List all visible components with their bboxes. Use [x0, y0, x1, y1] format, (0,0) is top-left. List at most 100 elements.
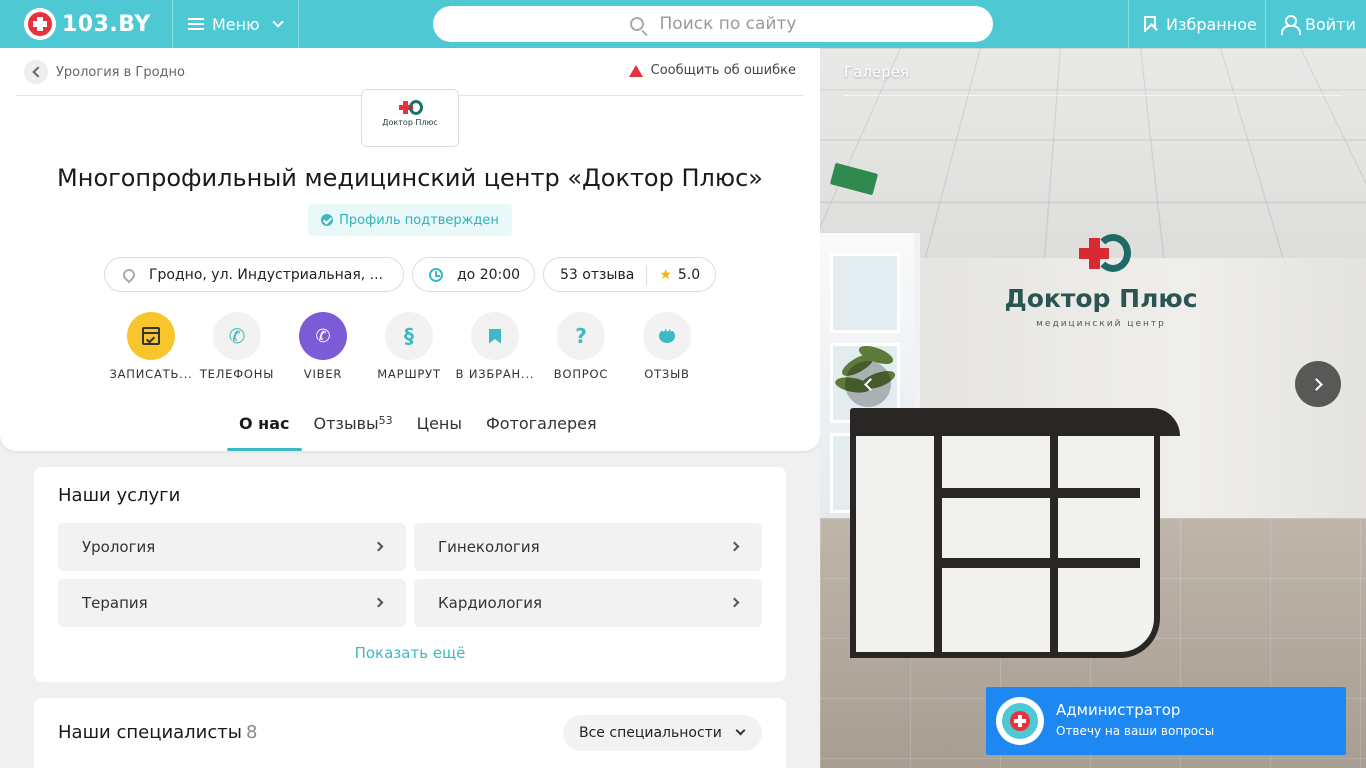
rating-value: 5.0	[677, 266, 701, 283]
address-text: Гродно, ул. Индустриальная, ...	[149, 266, 384, 283]
reception-desk	[850, 408, 1180, 658]
service-item[interactable]: Терапия	[58, 579, 406, 627]
action-label: VIBER	[303, 367, 343, 381]
add-to-favorites-button[interactable]: В ИЗБРАН...	[452, 312, 538, 381]
write-review-button[interactable]: ОТЗЫВ	[624, 312, 710, 381]
back-arrow-icon[interactable]	[24, 60, 48, 84]
admin-avatar	[996, 697, 1044, 745]
tab-reviews[interactable]: Отзывы 53	[302, 404, 405, 451]
action-buttons: ЗАПИСАТЬ... ✆ ТЕЛЕФОНЫ ✆ VIBER § МАРШРУТ…	[108, 312, 712, 382]
reviews-pill[interactable]: 53 отзыва ★ 5.0	[543, 257, 716, 292]
specialists-count: 8	[245, 722, 258, 743]
reviews-badge: 53	[378, 414, 393, 427]
action-label: ТЕЛЕФОНЫ	[199, 367, 275, 381]
header-divider	[298, 0, 299, 48]
chevron-right-icon	[373, 597, 384, 608]
chevron-right-icon	[729, 541, 740, 552]
service-item[interactable]: Урология	[58, 523, 406, 571]
wall-logo-subtitle: медицинский центр	[1036, 319, 1166, 329]
org-header-card: Урология в Гродно Сообщить об ошибке Док…	[0, 48, 820, 451]
photo-gallery[interactable]: Доктор Плюс медицинский центр Галерея	[820, 48, 1366, 768]
search-input[interactable]: Поиск по сайту	[433, 6, 993, 42]
chat-subtitle: Отвечу на ваши вопросы	[1056, 724, 1215, 738]
location-pin-icon	[120, 266, 138, 283]
verified-label: Профиль подтвержден	[339, 212, 499, 228]
service-item[interactable]: Гинекология	[414, 523, 762, 571]
action-label: ОТЗЫВ	[644, 367, 690, 381]
calendar-icon	[127, 312, 175, 360]
top-bar: 103.BY Меню Поиск по сайту Избранное Вой…	[0, 0, 1366, 48]
menu-label: Меню	[212, 14, 260, 34]
specialists-card: Наши специалисты 8 Все специальности	[34, 698, 786, 768]
chevron-down-icon	[271, 16, 284, 28]
header-divider	[1128, 0, 1129, 48]
service-item[interactable]: Кардиология	[414, 579, 762, 627]
hamburger-icon	[188, 18, 204, 30]
bookmark-icon	[471, 312, 519, 360]
phones-button[interactable]: ✆ ТЕЛЕФОНЫ	[194, 312, 280, 381]
action-label: МАРШРУТ	[377, 367, 441, 381]
login-button[interactable]: Войти	[1281, 0, 1356, 48]
ask-question-button[interactable]: ? ВОПРОС	[538, 312, 624, 381]
chevron-right-icon	[373, 541, 384, 552]
viber-icon: ✆	[299, 312, 347, 360]
route-icon: §	[385, 312, 433, 360]
breadcrumb-label[interactable]: Урология в Гродно	[56, 65, 185, 80]
specialty-filter-select[interactable]: Все специальности	[563, 715, 762, 751]
phone-icon: ✆	[213, 312, 261, 360]
specialists-title: Наши специалисты 8	[58, 722, 258, 743]
hours-text: до 20:00	[457, 266, 521, 283]
bookmark-icon	[1144, 16, 1156, 32]
page-title: Многопрофильный медицинский центр «Докто…	[57, 164, 763, 192]
login-label: Войти	[1305, 14, 1356, 34]
chat-agent-name: Администратор	[1056, 701, 1181, 719]
pill-separator	[646, 264, 648, 285]
address-pill[interactable]: Гродно, ул. Индустриальная, ...	[104, 257, 404, 292]
clinic-logo-icon	[1071, 234, 1131, 280]
hours-pill[interactable]: до 20:00	[412, 257, 535, 292]
services-title: Наши услуги	[58, 485, 181, 506]
search-placeholder: Поиск по сайту	[659, 14, 797, 34]
brand-name: 103.BY	[62, 11, 151, 37]
org-logo-text: Доктор Плюс	[382, 118, 438, 127]
gallery-next-button[interactable]	[1295, 361, 1341, 407]
gallery-divider	[844, 95, 1342, 96]
menu-button[interactable]: Меню	[188, 0, 284, 48]
tab-prices[interactable]: Цены	[405, 404, 474, 451]
wall-logo: Доктор Плюс медицинский центр	[996, 234, 1206, 329]
org-logo: Доктор Плюс	[361, 89, 459, 147]
org-logo-mark-icon	[399, 100, 423, 116]
favorites-link[interactable]: Избранное	[1144, 0, 1257, 48]
warning-icon	[628, 64, 643, 77]
chevron-right-icon	[729, 597, 740, 608]
star-icon: ★	[659, 266, 672, 283]
show-more-link[interactable]: Показать ещё	[34, 644, 786, 662]
check-badge-icon	[321, 214, 334, 226]
chat-widget[interactable]: Администратор Отвечу на ваши вопросы	[986, 687, 1346, 755]
action-label: ВОПРОС	[553, 367, 609, 381]
chat-icon	[643, 312, 691, 360]
report-error-link[interactable]: Сообщить об ошибке	[628, 63, 796, 78]
favorites-label: Избранное	[1166, 14, 1257, 34]
question-icon: ?	[557, 312, 605, 360]
tab-photo-gallery[interactable]: Фотогалерея	[474, 404, 609, 451]
action-label: ЗАПИСАТЬ...	[109, 367, 193, 381]
clock-icon	[429, 267, 443, 282]
gallery-title: Галерея	[844, 63, 909, 81]
chevron-down-icon	[735, 725, 746, 736]
route-button[interactable]: § МАРШРУТ	[366, 312, 452, 381]
action-label: В ИЗБРАН...	[455, 367, 535, 381]
header-divider	[172, 0, 173, 48]
tab-about[interactable]: О нас	[227, 404, 302, 451]
chevron-left-icon	[863, 377, 877, 391]
site-logo[interactable]: 103.BY	[24, 8, 151, 40]
wall-logo-name: Доктор Плюс	[1004, 284, 1198, 313]
book-appointment-button[interactable]: ЗАПИСАТЬ...	[108, 312, 194, 381]
viber-button[interactable]: ✆ VIBER	[280, 312, 366, 381]
reviews-count: 53 отзыва	[560, 266, 635, 283]
services-card: Наши услуги Урология Гинекология Терапия…	[34, 467, 786, 682]
breadcrumb[interactable]: Урология в Гродно	[24, 60, 185, 84]
gallery-prev-button[interactable]	[845, 361, 891, 407]
section-tabs: О нас Отзывы 53 Цены Фотогалерея	[227, 404, 609, 451]
search-icon	[629, 17, 644, 31]
